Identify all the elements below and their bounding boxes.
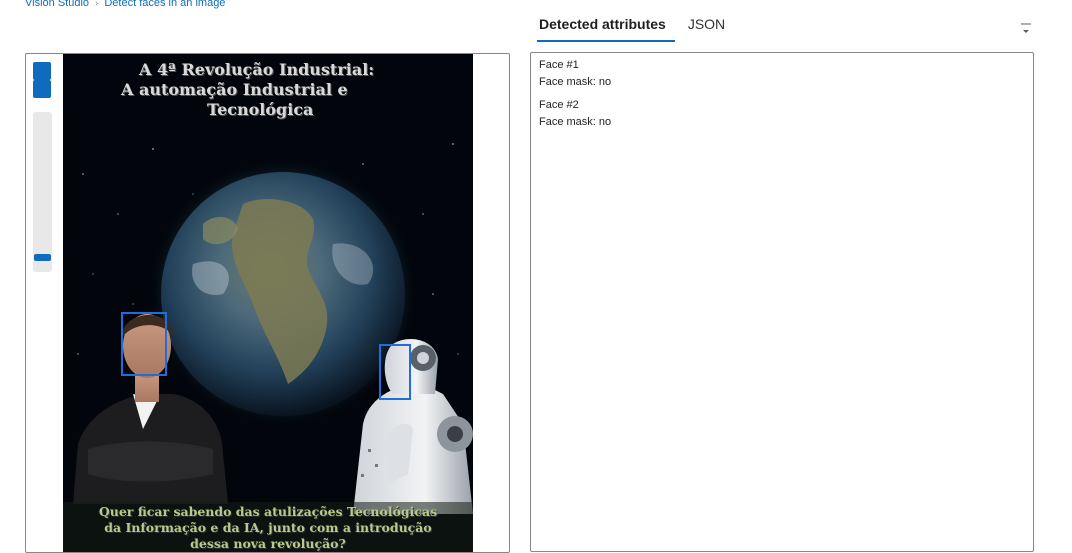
result-tabs: Detected attributes JSON: [530, 8, 734, 42]
face-bounding-box-2[interactable]: [379, 344, 411, 400]
breadcrumb-root-link[interactable]: Vision Studio: [25, 0, 89, 9]
zoom-slider[interactable]: [33, 112, 52, 272]
poster-footer-line-1: Quer ficar sabendo das atulizações Tecno…: [98, 504, 438, 519]
analyzed-image: A 4ª Revolução Industrial: A automação I…: [63, 54, 473, 552]
zoom-controls: [33, 62, 53, 98]
face-result-title: Face #2: [539, 99, 579, 111]
poster-title: A 4ª Revolução Industrial: A automação I…: [63, 60, 473, 120]
poster-title-line-3: Tecnológica: [207, 100, 314, 119]
face-result-title: Face #1: [539, 59, 579, 71]
poster-artwork: [63, 54, 473, 552]
face-bounding-box-1[interactable]: [121, 312, 167, 376]
face-result-attribute: Face mask: no: [539, 116, 612, 128]
image-preview-panel: A 4ª Revolução Industrial: A automação I…: [25, 53, 510, 553]
face-result-1[interactable]: Face #1 Face mask: no: [539, 57, 1025, 91]
zoom-in-button[interactable]: [33, 62, 51, 80]
poster-footer: Quer ficar sabendo das atulizações Tecno…: [63, 502, 473, 552]
poster-footer-line-2: da Informação e da IA, junto com a intro…: [104, 520, 432, 535]
poster-footer-line-3: dessa nova revolução?: [190, 536, 346, 551]
poster-title-line-2: A automação Industrial e: [121, 80, 348, 99]
breadcrumb: Vision Studio › Detect faces in an image: [25, 0, 225, 10]
collapse-chevron-icon[interactable]: [1020, 22, 1032, 36]
tab-detected-attributes[interactable]: Detected attributes: [530, 8, 675, 42]
tab-json[interactable]: JSON: [675, 8, 734, 42]
breadcrumb-current[interactable]: Detect faces in an image: [104, 0, 225, 9]
face-result-2[interactable]: Face #2 Face mask: no: [539, 97, 1025, 131]
detected-attributes-panel: Face #1 Face mask: no Face #2 Face mask:…: [530, 52, 1034, 552]
chevron-right-icon: ›: [95, 0, 99, 9]
face-result-attribute: Face mask: no: [539, 76, 612, 88]
zoom-slider-thumb[interactable]: [34, 254, 51, 261]
zoom-out-button[interactable]: [33, 80, 51, 98]
poster-title-line-1: A 4ª Revolução Industrial:: [139, 60, 375, 79]
